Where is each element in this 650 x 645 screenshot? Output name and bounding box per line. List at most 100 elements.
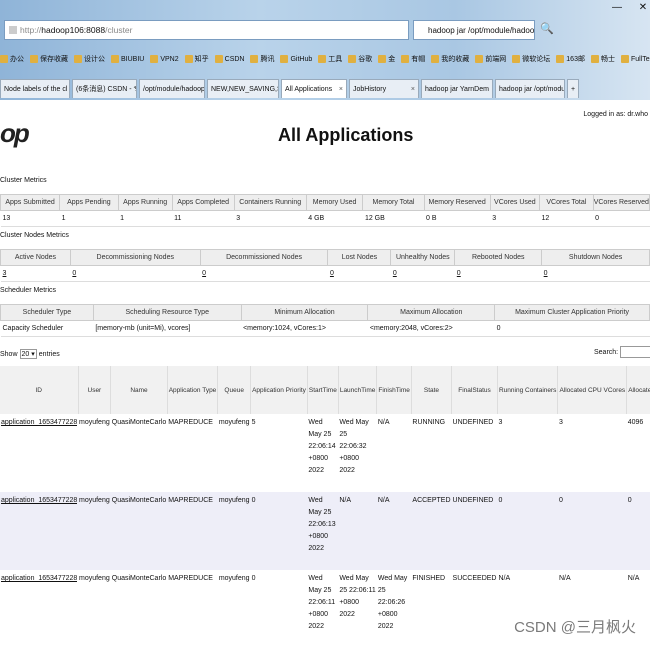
column-header[interactable]: Name	[110, 366, 168, 414]
application-id-link[interactable]: application_1653477228257_0013	[1, 417, 77, 429]
watermark: CSDN @三月枫火	[514, 619, 636, 636]
browser-tab[interactable]: NEW,NEW_SAVING,SUB×	[207, 79, 279, 98]
browser-tab[interactable]: hadoop jar /opt/modu×	[495, 79, 565, 98]
column-header[interactable]: FinishTime	[376, 366, 412, 414]
metrics-header: Memory Reserved	[423, 194, 491, 211]
cell-type: MAPREDUCE	[168, 575, 213, 582]
metrics-header: Apps Running	[117, 194, 173, 211]
bookmark-item[interactable]: BIUBIU	[111, 55, 144, 63]
application-id-link[interactable]: application_1653477228257_0012	[1, 495, 77, 507]
column-header[interactable]: Application Priority	[250, 366, 308, 414]
cell-mem: 0	[627, 497, 632, 504]
table-search-input[interactable]	[620, 346, 650, 358]
new-tab-button[interactable]: +	[567, 79, 580, 98]
page-size-value: 20	[21, 351, 30, 358]
metrics-value-row: 3000000	[0, 265, 650, 282]
apps-header-row: ID User Name Application Type Queue Applicati…	[0, 366, 650, 414]
column-header[interactable]: Application Type	[167, 366, 219, 414]
search-icon[interactable]: 🔍	[540, 22, 554, 35]
column-header[interactable]: Queue	[217, 366, 252, 414]
browser-search-input[interactable]: hadoop jar /opt/module/hadoop-3.1.3/sh	[413, 20, 535, 40]
bookmark-item[interactable]: 金	[378, 54, 395, 64]
table-cell: RUNNING	[411, 414, 452, 492]
bookmark-item[interactable]: 谷歌	[348, 54, 372, 64]
metrics-value: [memory-mb (unit=Mi), vcores]	[93, 320, 242, 337]
column-header[interactable]: StartTime	[307, 366, 339, 414]
metrics-value: 13	[0, 210, 60, 227]
url-path: /cluster	[105, 25, 133, 35]
table-cell: application_1653477228257_0013	[0, 414, 78, 492]
hadoop-logo[interactable]: op	[0, 118, 30, 149]
minimize-icon[interactable]: —	[612, 2, 622, 13]
browser-tab[interactable]: /opt/module/hadoop-3.×	[139, 79, 205, 98]
cell-start: Wed May 25 22:06:14 +0800 2022	[308, 419, 336, 474]
metrics-value: Capacity Scheduler	[0, 320, 94, 337]
tab-label: NEW,NEW_SAVING,SUB	[211, 85, 278, 93]
bookmark-item[interactable]: CSDN	[214, 55, 244, 63]
browser-tab[interactable]: Node labels of the cl×	[0, 79, 70, 98]
column-header[interactable]: Allocated CPU VCores	[557, 366, 628, 414]
bookmark-item[interactable]: 保存收藏	[30, 54, 68, 64]
metrics-value: 3	[490, 210, 540, 227]
table-row: application_1653477228257_0012moyufengQu…	[0, 492, 650, 570]
bookmark-item[interactable]: 知乎	[184, 54, 209, 64]
column-header[interactable]: FinalStatus	[451, 366, 498, 414]
close-window-icon[interactable]: ✕	[639, 2, 647, 13]
bookmark-item[interactable]: 前端网	[475, 54, 506, 64]
bookmark-item[interactable]: 微软论坛	[512, 54, 550, 64]
show-entries: Show 20 ▾ entries	[0, 349, 60, 359]
metrics-header: Minimum Allocation	[240, 304, 369, 321]
column-header[interactable]: State	[411, 366, 453, 414]
browser-tab[interactable]: All Applications ×	[281, 79, 347, 98]
bookmark-item[interactable]: VPN2	[150, 55, 179, 63]
bookmark-item[interactable]: FullText s	[620, 55, 650, 63]
bookmark-icon	[280, 55, 289, 63]
metrics-value[interactable]: 0	[390, 265, 455, 282]
column-header[interactable]: ID	[0, 366, 79, 414]
page-title: All Applications	[278, 125, 414, 145]
metrics-header: VCores Used	[489, 194, 541, 211]
metrics-value: 1	[118, 210, 173, 227]
metrics-value[interactable]: 3	[0, 265, 71, 282]
metrics-value[interactable]: 0	[454, 265, 542, 282]
column-header[interactable]: Running Containers	[497, 366, 559, 414]
bookmark-item[interactable]: 工具	[318, 54, 342, 64]
metrics-value: 0 B	[424, 210, 491, 227]
bookmark-item[interactable]: 有帽	[401, 54, 425, 64]
metrics-value: <memory:1024, vCores:1>	[241, 320, 368, 337]
search-text: hadoop jar /opt/module/hadoop-3.1.3/sh	[428, 25, 535, 35]
table-search: Search:	[594, 346, 650, 358]
close-tab-icon[interactable]: ×	[489, 86, 492, 93]
metrics-header-row: Scheduler Type Scheduling Resource Type Mi…	[0, 304, 650, 321]
browser-tab[interactable]: (6条消息) CSDN - 专业×	[72, 79, 137, 98]
cell-state: FINISHED	[412, 575, 446, 582]
close-tab-icon[interactable]: ×	[335, 86, 343, 93]
cell-finish: N/A	[377, 419, 390, 426]
metrics-value[interactable]: 0	[200, 265, 328, 282]
close-tab-icon[interactable]: ×	[407, 86, 415, 93]
close-tab-icon[interactable]: ×	[67, 86, 69, 93]
column-header[interactable]: LaunchTime	[338, 366, 378, 414]
page-size-select[interactable]: 20 ▾	[19, 349, 37, 359]
address-bar[interactable]: http:// hadoop106:8088 /cluster	[4, 20, 409, 40]
cell-queue: moyufeng	[218, 497, 250, 504]
metrics-value[interactable]: 0	[327, 265, 391, 282]
column-header[interactable]: Allocated Memory MB	[626, 366, 650, 414]
bookmark-item[interactable]: 163邮	[556, 54, 585, 64]
browser-tab[interactable]: hadoop jar YarnDem×	[421, 79, 493, 98]
metrics-value[interactable]: 0	[70, 265, 201, 282]
bookmark-item[interactable]: 办公	[0, 54, 24, 64]
tab-label: hadoop jar /opt/modu	[499, 85, 565, 93]
bookmark-item[interactable]: 畅士	[590, 54, 615, 64]
metrics-value[interactable]: 0	[541, 265, 650, 282]
column-header[interactable]: User	[78, 366, 112, 414]
bookmark-item[interactable]: GitHub	[280, 55, 312, 63]
table-cell: FINISHED	[411, 570, 452, 645]
bookmark-item[interactable]: 腾讯	[250, 54, 274, 64]
metrics-header: Maximum Cluster Application Priority	[494, 304, 650, 321]
bookmark-item[interactable]: 设计公	[74, 54, 105, 64]
browser-tab[interactable]: JobHistory ×	[349, 79, 419, 98]
tab-label: JobHistory	[353, 85, 387, 93]
bookmark-item[interactable]: 我的收藏	[431, 54, 469, 64]
application-id-link[interactable]: application_1653477228257_0011	[1, 573, 77, 585]
